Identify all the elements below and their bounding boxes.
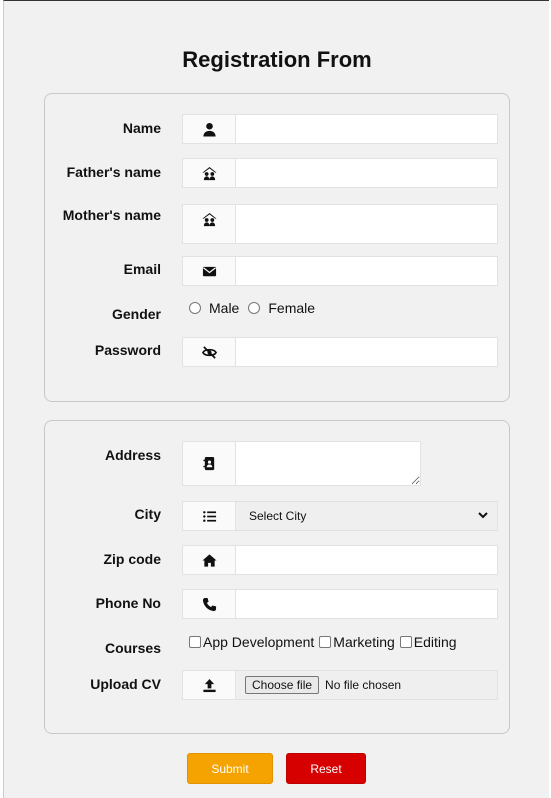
email-group: [182, 256, 498, 286]
gender-male-radio[interactable]: [189, 302, 201, 314]
phone-group: [182, 589, 498, 619]
city-select-value: Select City: [249, 509, 307, 523]
course-app-development-checkbox[interactable]: [189, 636, 201, 648]
father-name-input[interactable]: [235, 158, 498, 188]
password-label: Password: [94, 342, 161, 358]
zip-group: [182, 545, 498, 575]
gender-male-label: Male: [209, 300, 240, 316]
address-textarea[interactable]: [235, 441, 421, 486]
zip-label: Zip code: [103, 551, 161, 567]
reset-button[interactable]: Reset: [286, 753, 366, 784]
cv-label: Upload CV: [90, 676, 161, 692]
password-input[interactable]: [235, 337, 498, 367]
family-icon: [182, 204, 235, 244]
upload-icon: [182, 670, 235, 700]
city-select[interactable]: Select City: [235, 501, 498, 531]
personal-info-fieldset: Name Father's name Mother's name Email G…: [44, 93, 510, 402]
courses-options: App Development Marketing Editing: [186, 634, 463, 650]
cv-file-input[interactable]: Choose file No file chosen: [235, 670, 498, 700]
course-editing-checkbox[interactable]: [399, 636, 412, 648]
gender-female-radio[interactable]: [248, 302, 261, 314]
email-input[interactable]: [235, 256, 498, 286]
address-label: Address: [104, 447, 161, 463]
phone-label: Phone No: [95, 595, 161, 611]
eye-slash-icon: [182, 337, 235, 367]
gender-options: Male Female: [186, 300, 321, 316]
course-marketing-label: Marketing: [333, 634, 395, 650]
address-book-icon: [182, 441, 235, 486]
name-input[interactable]: [235, 114, 498, 144]
email-label: Email: [123, 261, 161, 277]
mother-label: Mother's name: [62, 207, 161, 223]
chevron-down-icon: [477, 509, 489, 524]
contact-info-fieldset: Address City Select City Zip code Phone …: [44, 420, 510, 734]
father-group: [182, 158, 498, 188]
family-icon: [182, 158, 235, 188]
mother-name-input[interactable]: [235, 204, 498, 244]
address-group: [182, 441, 421, 486]
home-icon: [182, 545, 235, 575]
mother-group: [182, 204, 498, 244]
phone-icon: [182, 589, 235, 619]
gender-female-label: Female: [268, 300, 316, 316]
city-label: City: [134, 506, 161, 522]
password-group: [182, 337, 498, 367]
submit-button[interactable]: Submit: [187, 753, 273, 784]
course-app-development-label: App Development: [203, 634, 315, 650]
father-label: Father's name: [66, 164, 161, 180]
file-status: No file chosen: [325, 678, 402, 692]
course-marketing-checkbox[interactable]: [319, 636, 332, 648]
page: Registration From Name Father's name Mot…: [3, 0, 549, 798]
city-group: Select City: [182, 501, 498, 531]
zip-input[interactable]: [235, 545, 498, 575]
course-editing-label: Editing: [413, 634, 457, 650]
list-icon: [182, 501, 235, 531]
gender-label: Gender: [111, 306, 161, 322]
name-label: Name: [122, 120, 161, 136]
courses-label: Courses: [104, 640, 161, 656]
name-group: [182, 114, 498, 144]
user-icon: [182, 114, 235, 144]
cv-group: Choose file No file chosen: [182, 670, 498, 700]
choose-file-button[interactable]: Choose file: [245, 676, 320, 694]
envelope-icon: [182, 256, 235, 286]
page-title: Registration From: [182, 47, 372, 72]
phone-input[interactable]: [235, 589, 498, 619]
